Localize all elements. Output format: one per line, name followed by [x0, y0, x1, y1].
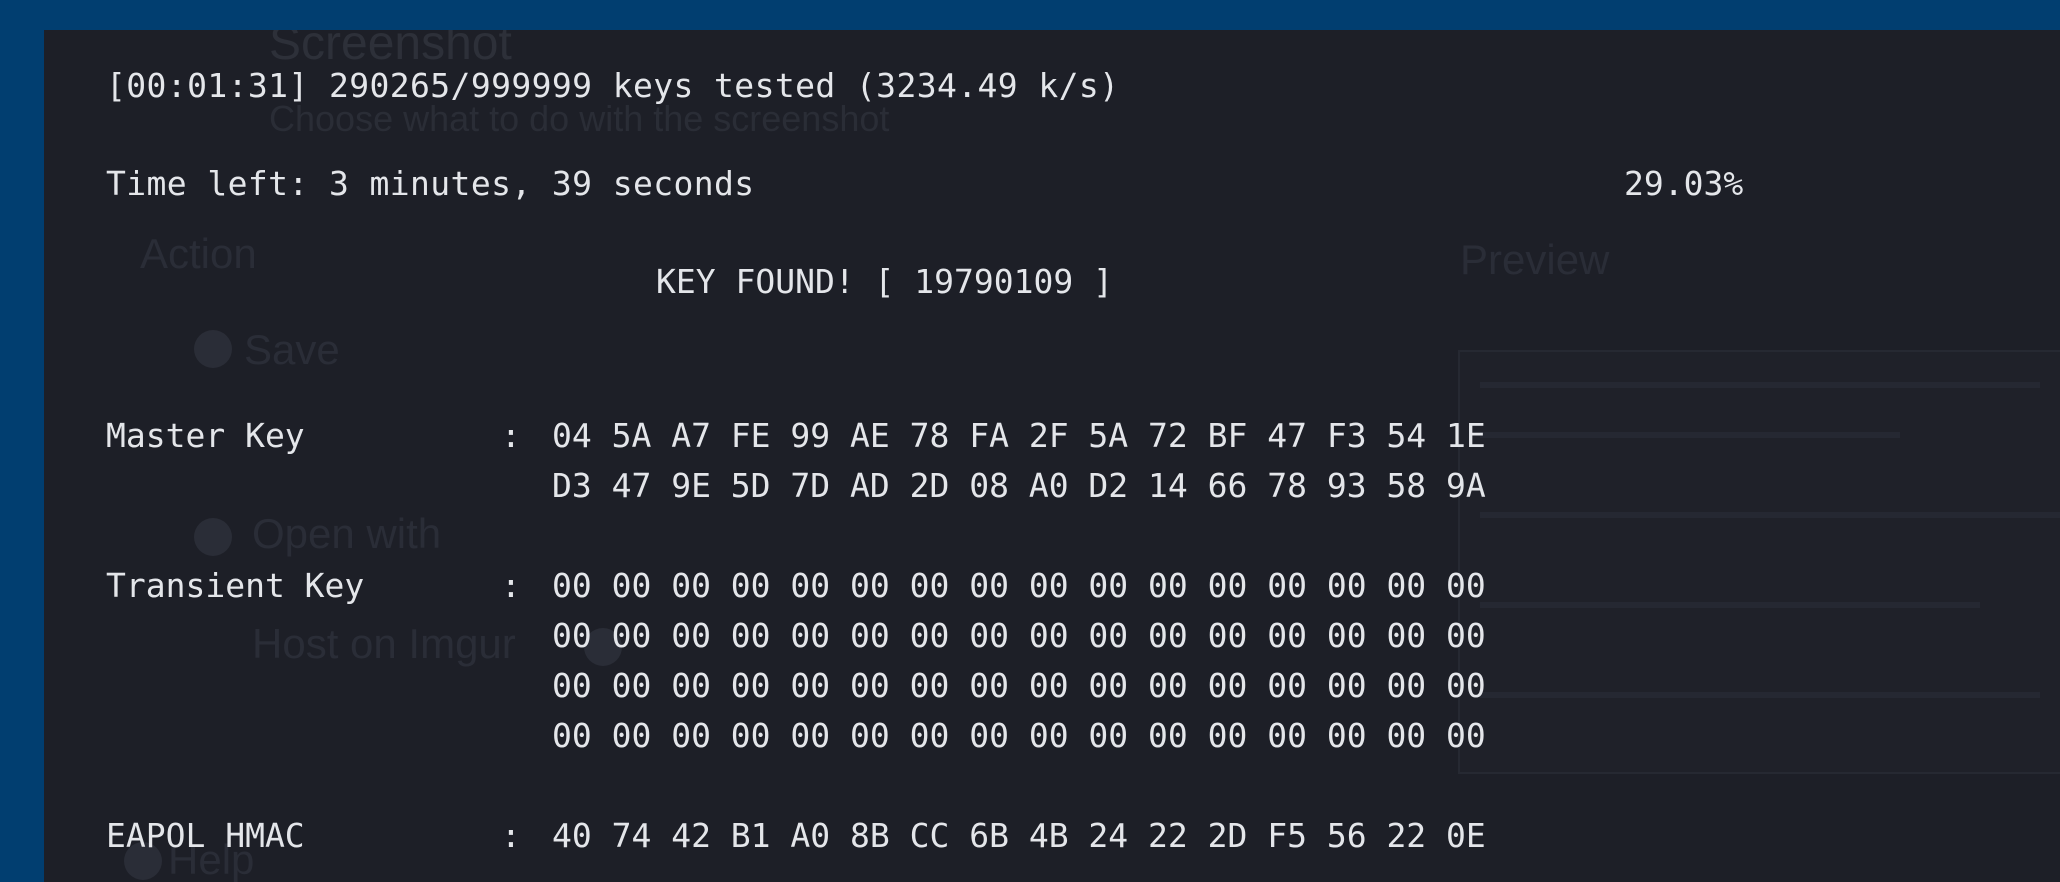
ghost-preview-bar: [1480, 602, 1980, 608]
terminal-window[interactable]: Screenshot Choose what to do with the sc…: [44, 30, 2060, 882]
transient-key-row: 00 00 00 00 00 00 00 00 00 00 00 00 00 0…: [552, 616, 1486, 655]
ghost-open-option: Open with: [252, 510, 442, 557]
eapol-hmac-label: EAPOL HMAC: [106, 816, 305, 855]
ghost-radio-icon: [194, 518, 232, 556]
ghost-preview-bar: [1480, 432, 1900, 438]
progress-percent: 29.03%: [1624, 164, 1744, 203]
ghost-preview-bar: [1480, 382, 2040, 388]
transient-key-separator: :: [501, 566, 521, 605]
eapol-hmac-separator: :: [501, 816, 521, 855]
window-frame: Screenshot Choose what to do with the sc…: [0, 0, 2060, 882]
ghost-preview-heading: Preview: [1460, 236, 1610, 283]
transient-key-row: 00 00 00 00 00 00 00 00 00 00 00 00 00 0…: [552, 716, 1486, 755]
status-line: [00:01:31] 290265/999999 keys tested (32…: [106, 66, 1120, 105]
master-key-row: 04 5A A7 FE 99 AE 78 FA 2F 5A 72 BF 47 F…: [552, 416, 1486, 455]
ghost-action-heading: Action: [140, 230, 257, 277]
transient-key-row: 00 00 00 00 00 00 00 00 00 00 00 00 00 0…: [552, 566, 1486, 605]
eapol-hmac-row: 40 74 42 B1 A0 8B CC 6B 4B 24 22 2D F5 5…: [552, 816, 1486, 855]
master-key-row: D3 47 9E 5D 7D AD 2D 08 A0 D2 14 66 78 9…: [552, 466, 1486, 505]
ghost-preview-bar: [1480, 512, 2060, 518]
ghost-save-option: Save: [244, 326, 340, 373]
ghost-host-option: Host on Imgur: [252, 620, 516, 667]
ghost-dialog-title: Screenshot: [269, 30, 512, 70]
key-found-message: KEY FOUND! [ 19790109 ]: [656, 262, 1113, 301]
master-key-label: Master Key: [106, 416, 305, 455]
ghost-preview-bar: [1480, 692, 2040, 698]
transient-key-row: 00 00 00 00 00 00 00 00 00 00 00 00 00 0…: [552, 666, 1486, 705]
time-left: Time left: 3 minutes, 39 seconds: [106, 164, 755, 203]
master-key-separator: :: [501, 416, 521, 455]
transient-key-label: Transient Key: [106, 566, 365, 605]
ghost-radio-icon: [194, 330, 232, 368]
ghost-preview-panel: [1458, 350, 2060, 774]
